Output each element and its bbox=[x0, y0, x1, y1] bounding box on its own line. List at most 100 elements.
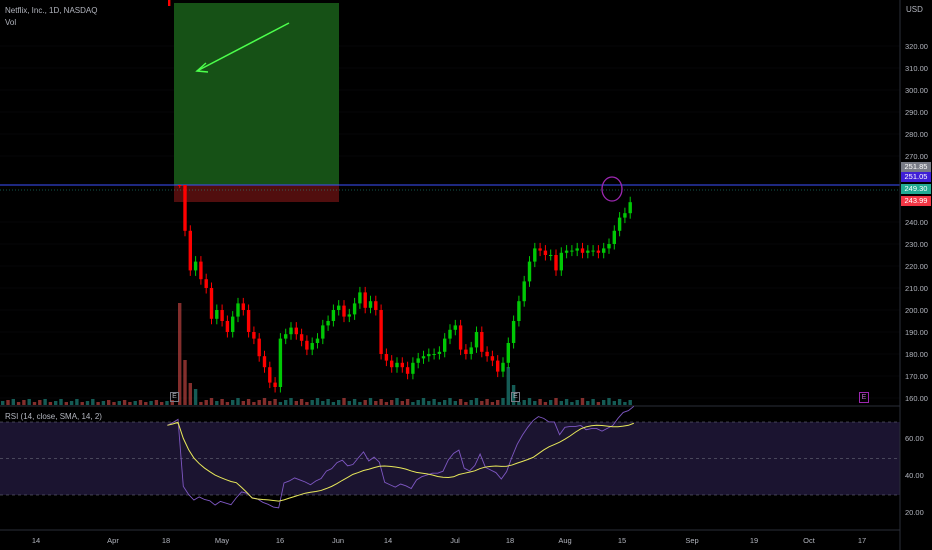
candle-body bbox=[416, 358, 420, 363]
volume-bar bbox=[278, 402, 283, 405]
rsi-tick-label: 60.00 bbox=[905, 434, 924, 443]
volume-bar bbox=[284, 400, 288, 405]
volume-bar bbox=[501, 398, 505, 405]
price-tick-label: 180.00 bbox=[905, 350, 928, 359]
volume-bar bbox=[421, 398, 426, 405]
volume-bar bbox=[178, 303, 182, 405]
volume-bar bbox=[183, 360, 187, 405]
price-tag-low: 243.99 bbox=[901, 196, 931, 206]
volume-bar bbox=[299, 399, 304, 405]
volume-bar bbox=[538, 399, 542, 405]
rsi-label[interactable]: RSI (14, close, SMA, 14, 2) bbox=[5, 412, 102, 421]
candle-body bbox=[543, 250, 548, 255]
symbol-title[interactable]: Netflix, Inc., 1D, NASDAQ bbox=[5, 6, 97, 15]
candle-body bbox=[178, 185, 182, 186]
volume-bar bbox=[596, 402, 601, 405]
candle-body bbox=[374, 301, 378, 310]
candle-body bbox=[262, 356, 267, 368]
time-tick-label: 17 bbox=[858, 536, 866, 545]
volume-bar bbox=[11, 399, 15, 405]
candle-body bbox=[453, 325, 457, 330]
volume-bar bbox=[128, 402, 132, 405]
volume-bar bbox=[617, 399, 622, 405]
volume-bar bbox=[448, 398, 452, 405]
candle-body bbox=[533, 248, 537, 262]
candle-body bbox=[485, 351, 489, 357]
candle-body bbox=[168, 0, 171, 6]
volume-bar bbox=[416, 400, 420, 405]
earnings-marker[interactable]: E bbox=[511, 392, 520, 402]
candle-body bbox=[602, 248, 606, 253]
volume-bar bbox=[374, 401, 378, 405]
volume-bar bbox=[241, 401, 245, 405]
candle-body bbox=[241, 303, 245, 310]
volume-bar bbox=[43, 399, 47, 405]
candle-body bbox=[268, 367, 272, 383]
candle-body bbox=[225, 321, 230, 332]
volume-bar bbox=[225, 402, 230, 405]
earnings-marker[interactable]: E bbox=[170, 392, 179, 402]
volume-bar bbox=[437, 402, 442, 405]
candle-body bbox=[395, 362, 399, 368]
volume-bar bbox=[554, 398, 558, 405]
candle-body bbox=[522, 281, 526, 302]
candle-body bbox=[591, 250, 595, 252]
earnings-marker-upcoming[interactable]: E bbox=[859, 392, 869, 403]
price-tag-last: 249.30 bbox=[901, 184, 931, 194]
price-tick-label: 220.00 bbox=[905, 262, 928, 271]
candle-body bbox=[469, 347, 473, 354]
volume-bar bbox=[559, 401, 563, 405]
candle-body bbox=[220, 310, 224, 321]
candle-body bbox=[586, 250, 590, 253]
volume-bar bbox=[549, 400, 553, 405]
chart-canvas[interactable]: 320.00 310.00 300.00 290.00 280.00 270.00 240.… bbox=[0, 0, 932, 550]
volume-bar bbox=[101, 401, 106, 405]
volume-bar bbox=[379, 399, 383, 405]
volume-bar bbox=[165, 401, 169, 405]
rsi-axis[interactable]: 60.00 40.00 20.00 bbox=[905, 434, 924, 517]
candle-body bbox=[411, 362, 415, 374]
price-tick-label: 240.00 bbox=[905, 218, 928, 227]
candle-body bbox=[231, 316, 235, 332]
candle-body bbox=[538, 248, 542, 251]
time-tick-label: May bbox=[215, 536, 229, 545]
candle-body bbox=[570, 250, 574, 252]
volume-bar bbox=[527, 398, 532, 405]
candle-body bbox=[183, 185, 187, 231]
price-axis[interactable]: 320.00 310.00 300.00 290.00 280.00 270.00 240.… bbox=[905, 42, 928, 403]
volume-label[interactable]: Vol bbox=[5, 18, 16, 27]
candle-body bbox=[564, 250, 569, 253]
time-axis[interactable]: 14 Apr 18 May 16 Jun 14 Jul 18 Aug 15 Sep 19 Oct 17 bbox=[32, 536, 866, 545]
candle-body bbox=[379, 310, 383, 354]
volume-bar bbox=[580, 398, 585, 405]
candle-body bbox=[331, 310, 336, 321]
candle-body bbox=[517, 301, 521, 321]
volume-bar bbox=[368, 398, 373, 405]
candle-body bbox=[617, 217, 622, 231]
volume-bar bbox=[209, 398, 214, 405]
candle-body bbox=[623, 213, 627, 218]
volume-bar bbox=[117, 401, 121, 405]
candle-body bbox=[352, 303, 357, 315]
volume-bar bbox=[144, 402, 148, 405]
volume-bar bbox=[193, 389, 198, 405]
volume-bar bbox=[342, 398, 346, 405]
volume-bar bbox=[331, 402, 336, 405]
volume-bar bbox=[289, 398, 293, 405]
candle-body bbox=[368, 301, 373, 308]
candle-body bbox=[527, 261, 532, 282]
candle-body bbox=[310, 343, 314, 350]
candle-body bbox=[326, 321, 330, 326]
volume-bar bbox=[591, 399, 595, 405]
volume-bar bbox=[427, 401, 431, 405]
volume-bar bbox=[506, 367, 510, 405]
rsi-tick-label: 20.00 bbox=[905, 508, 924, 517]
candle-body bbox=[480, 332, 484, 352]
volume-bar bbox=[220, 399, 224, 405]
price-tag-resistance: 251.05 bbox=[901, 172, 931, 182]
price-tick-label: 160.00 bbox=[905, 394, 928, 403]
volume-bar bbox=[96, 402, 100, 405]
volume-bar bbox=[612, 401, 616, 405]
candle-body bbox=[490, 356, 495, 361]
candle-body bbox=[209, 288, 214, 319]
